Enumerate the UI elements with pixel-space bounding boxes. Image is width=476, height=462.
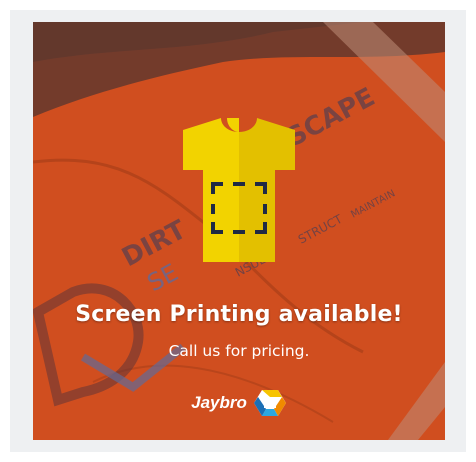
card-frame: DIRT SCAPE SE NSULT STRUCT MAINTAIN Scre… [10, 10, 466, 452]
jaybro-logo-icon [253, 390, 286, 416]
promo-headline: Screen Printing available! [75, 302, 403, 327]
brand-name: Jaybro [191, 393, 247, 412]
t-shirt-icon [183, 118, 295, 262]
promo-subline: Call us for pricing. [168, 342, 310, 360]
brand-lockup: Jaybro [33, 388, 445, 418]
promo-image[interactable]: DIRT SCAPE SE NSULT STRUCT MAINTAIN Scre… [33, 22, 445, 440]
